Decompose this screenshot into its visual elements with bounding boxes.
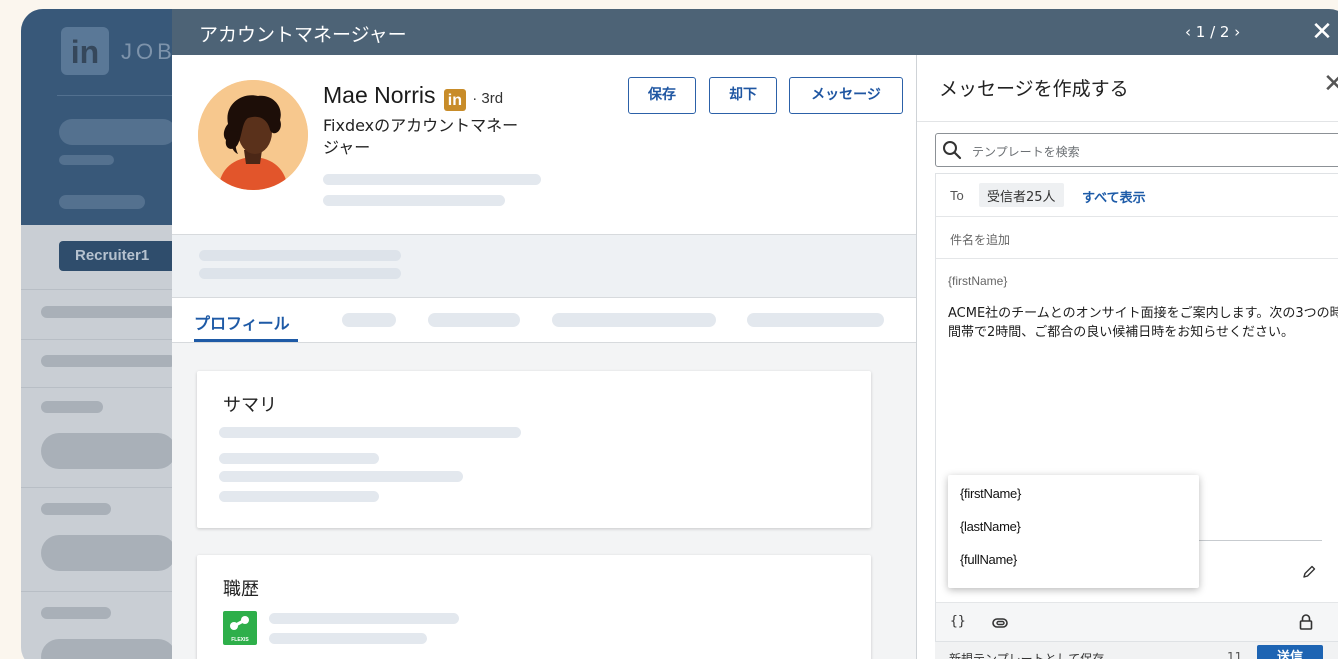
text-placeholder <box>219 427 521 438</box>
tab-profile[interactable]: プロフィール <box>194 310 290 334</box>
summary-title: サマリ <box>223 395 277 416</box>
text-placeholder <box>219 453 379 464</box>
character-count: 11 <box>1227 650 1243 659</box>
tab-placeholder[interactable] <box>342 313 396 327</box>
linkedin-logo: in <box>61 27 109 75</box>
list-placeholder <box>41 306 176 318</box>
candidate-name[interactable]: Mae Norris in · 3rd <box>323 82 503 111</box>
profile-header: Mae Norris in · 3rd Fixdexのアカウントマネージャー 保… <box>172 55 916 235</box>
company-logo-text: FLEXIS <box>231 637 249 643</box>
experience-card: 職歴 FLEXIS <box>197 555 871 659</box>
background-header: in JOB <box>21 9 176 225</box>
compose-title: メッセージを作成する <box>939 78 1129 100</box>
compose-footer: 新規テンプレートとして保存 11 送信 <box>935 641 1338 659</box>
tab-placeholder[interactable] <box>747 313 884 327</box>
profile-tabs: プロフィール <box>172 297 916 343</box>
text-placeholder <box>323 195 505 206</box>
text-placeholder <box>269 613 459 624</box>
divider <box>21 387 176 388</box>
nav-placeholder <box>59 155 114 165</box>
attachment-icon[interactable] <box>990 613 1010 633</box>
list-placeholder <box>41 355 176 367</box>
experience-title: 職歴 <box>223 579 259 600</box>
search-placeholder: テンプレートを検索 <box>972 145 1080 159</box>
dismiss-button[interactable]: 却下 <box>709 77 777 114</box>
candidate-headline: Fixdexのアカウントマネージャー <box>323 116 519 157</box>
divider <box>57 95 176 96</box>
divider <box>21 339 176 340</box>
divider <box>21 591 176 592</box>
template-search-input[interactable]: テンプレートを検索 <box>935 133 1338 167</box>
list-placeholder <box>41 503 111 515</box>
company-logo: FLEXIS <box>223 611 257 645</box>
nav-placeholder <box>59 195 145 209</box>
subject-field[interactable]: 件名を追加 <box>936 217 1338 259</box>
list-placeholder <box>41 401 103 413</box>
message-button[interactable]: メッセージ <box>789 77 903 114</box>
linkedin-badge-icon: in <box>443 89 466 111</box>
highlights-band <box>172 235 916 297</box>
text-placeholder <box>219 491 379 502</box>
pencil-icon[interactable] <box>1301 564 1317 580</box>
search-icon <box>943 141 962 160</box>
close-icon[interactable]: ✕ <box>1302 15 1338 49</box>
list-placeholder <box>41 639 176 659</box>
tab-placeholder[interactable] <box>428 313 520 327</box>
pager[interactable]: ‹ 1 / 2 › <box>1185 23 1240 41</box>
name-text: Mae Norris <box>323 82 436 108</box>
nav-placeholder <box>59 119 176 145</box>
avatar <box>198 80 308 190</box>
lock-icon[interactable] <box>1298 613 1314 631</box>
tab-placeholder[interactable] <box>552 313 716 327</box>
dropdown-item-lastname[interactable]: {lastName} <box>960 519 1021 534</box>
save-as-template-link[interactable]: 新規テンプレートとして保存 <box>949 650 1104 659</box>
text-placeholder <box>219 471 463 482</box>
recipients-chip[interactable]: 受信者25人 <box>979 183 1064 207</box>
insert-variable-icon[interactable]: {} <box>950 614 966 629</box>
list-placeholder <box>41 607 111 619</box>
send-button[interactable]: 送信 <box>1257 645 1323 659</box>
to-label: To <box>950 188 964 203</box>
divider <box>917 121 1338 122</box>
active-tab-indicator <box>194 339 298 342</box>
summary-card: サマリ <box>197 371 871 528</box>
background-app: in JOB Recruiter1 <box>21 9 199 659</box>
dropdown-item-firstname[interactable]: {firstName} <box>960 486 1021 501</box>
text-placeholder <box>269 633 427 644</box>
connection-degree: · 3rd <box>472 90 504 107</box>
divider <box>1198 540 1322 541</box>
greeting-variable: {firstName} <box>948 274 1008 288</box>
flexis-logo-icon <box>230 616 249 630</box>
list-placeholder <box>41 433 176 469</box>
show-all-link[interactable]: すべて表示 <box>1082 187 1146 206</box>
compose-toolbar: {} <box>936 602 1338 644</box>
close-icon[interactable]: ✕ <box>1323 69 1338 99</box>
modal-title: アカウントマネージャー <box>199 24 407 46</box>
jobs-brand: JOB <box>121 39 176 64</box>
variable-dropdown: {firstName} {lastName} {fullName} <box>948 475 1199 588</box>
modal-header: アカウントマネージャー ‹ 1 / 2 › ✕ <box>172 9 1338 55</box>
profile-panel: Mae Norris in · 3rd Fixdexのアカウントマネージャー 保… <box>172 55 916 659</box>
message-body[interactable]: ACME社のチームとのオンサイト面接をご案内します。次の3つの時間帯で2時間、ご… <box>948 304 1338 342</box>
divider <box>21 289 176 290</box>
text-placeholder <box>199 268 401 279</box>
text-placeholder <box>323 174 541 185</box>
dropdown-item-fullname[interactable]: {fullName} <box>960 552 1017 567</box>
subject-placeholder: 件名を追加 <box>950 233 1011 247</box>
text-placeholder <box>199 250 401 261</box>
list-placeholder <box>41 535 176 571</box>
divider <box>21 487 176 488</box>
recipients-row: To 受信者25人 すべて表示 <box>936 174 1338 217</box>
save-button[interactable]: 保存 <box>628 77 696 114</box>
